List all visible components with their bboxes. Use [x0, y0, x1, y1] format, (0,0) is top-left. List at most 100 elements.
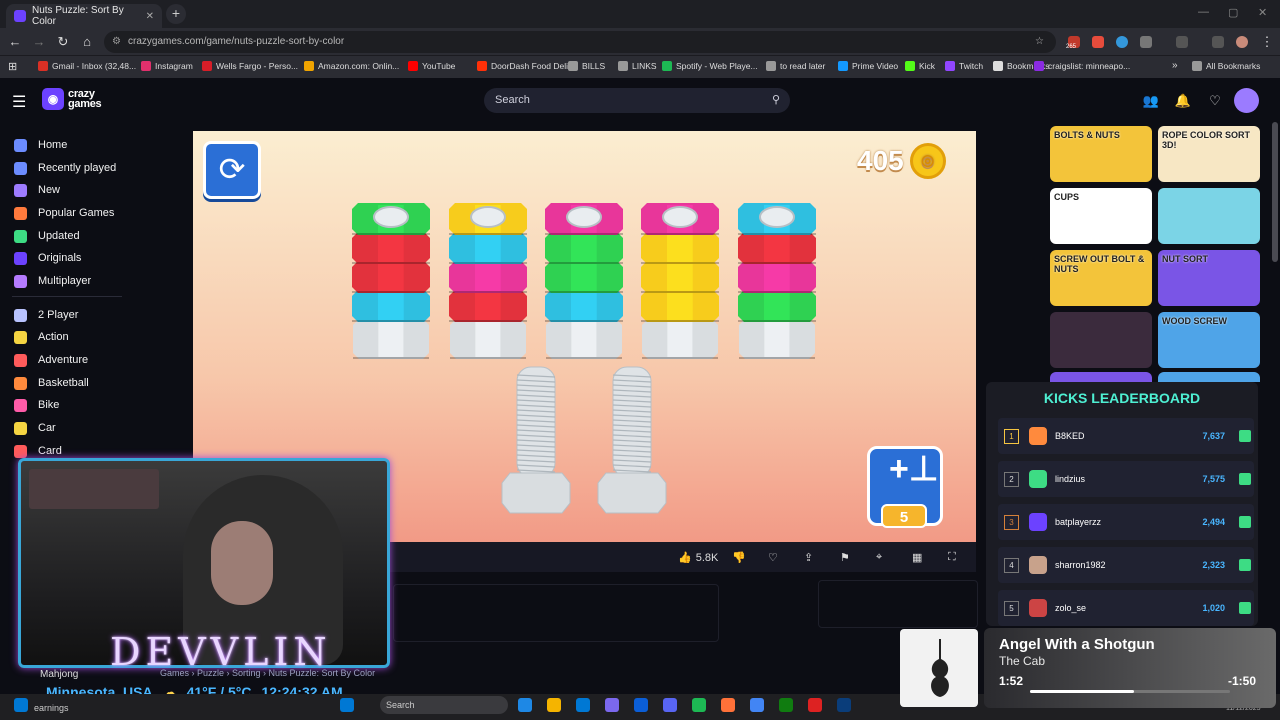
- taskbar-app-icon[interactable]: [518, 698, 532, 712]
- more-bookmarks-icon[interactable]: »: [1172, 60, 1178, 71]
- nut-3[interactable]: [449, 261, 527, 293]
- profile-avatar[interactable]: [1236, 36, 1248, 48]
- nut-2[interactable]: [641, 232, 719, 264]
- bookmark-star-icon[interactable]: ☆: [1035, 31, 1044, 53]
- maximize-icon[interactable]: ▢: [1228, 6, 1238, 19]
- user-avatar[interactable]: [1234, 88, 1259, 113]
- page-scrollbar[interactable]: [1272, 122, 1278, 262]
- puzzle-extensions-icon[interactable]: [1140, 36, 1152, 48]
- extension-icon[interactable]: [1116, 36, 1128, 48]
- taskbar-app-icon[interactable]: [779, 698, 793, 712]
- bookmark-item[interactable]: BILLS: [568, 61, 605, 71]
- track-progress-bar[interactable]: [1030, 690, 1230, 693]
- sidebar-item-mahjong[interactable]: Mahjong: [40, 669, 78, 680]
- taskbar-app-icon[interactable]: [547, 698, 561, 712]
- bookmark-item[interactable]: Spotify - Web Playe...: [662, 61, 758, 71]
- sidebar-item-home[interactable]: Home: [14, 136, 67, 154]
- bolt-base[interactable]: [353, 319, 429, 359]
- crosshair-icon[interactable]: ⌖: [876, 551, 882, 564]
- taskbar-widget-label[interactable]: earnings: [34, 703, 69, 713]
- nut-3[interactable]: [641, 261, 719, 293]
- crazygames-logo[interactable]: ◉ crazy games: [42, 88, 102, 110]
- sidepanel-icon[interactable]: [1176, 36, 1188, 48]
- like-button[interactable]: 👍 5.8K: [678, 551, 718, 565]
- home-icon[interactable]: ⌂: [78, 33, 96, 51]
- game-thumbnail[interactable]: [1158, 188, 1260, 244]
- site-info-icon[interactable]: ⚙: [112, 31, 121, 53]
- bookmark-item[interactable]: Amazon.com: Onlin...: [304, 61, 399, 71]
- downloads-icon[interactable]: [1212, 36, 1224, 48]
- sidebar-item-popular-games[interactable]: Popular Games: [14, 204, 114, 222]
- nut-4[interactable]: [352, 290, 430, 322]
- bolt-base[interactable]: [450, 319, 526, 359]
- windows-start-icon[interactable]: [340, 698, 354, 712]
- sidebar-item-multiplayer[interactable]: Multiplayer: [14, 272, 91, 290]
- sidebar-item-2-player[interactable]: 2 Player: [14, 306, 78, 324]
- search-icon[interactable]: ⚲: [772, 88, 780, 113]
- taskbar-app-icon[interactable]: [634, 698, 648, 712]
- bookmark-item[interactable]: DoorDash Food Deli...: [477, 61, 575, 71]
- extension-icon[interactable]: [1092, 36, 1104, 48]
- bookmark-item[interactable]: Prime Video: [838, 61, 898, 71]
- sidebar-item-action[interactable]: Action: [14, 328, 69, 346]
- bookmark-item[interactable]: LINKS: [618, 61, 657, 71]
- nut-2[interactable]: [449, 232, 527, 264]
- favorite-heart-icon[interactable]: ♡: [768, 551, 778, 564]
- empty-bolt[interactable]: [501, 366, 571, 514]
- back-icon[interactable]: ←: [6, 33, 24, 51]
- bookmark-item[interactable]: YouTube: [408, 61, 455, 71]
- theater-mode-icon[interactable]: ▦: [912, 551, 922, 564]
- nut-4[interactable]: [449, 290, 527, 322]
- browser-tab[interactable]: Nuts Puzzle: Sort By Color ✕: [6, 4, 162, 28]
- all-bookmarks-folder[interactable]: All Bookmarks: [1192, 61, 1260, 71]
- minimize-icon[interactable]: —: [1198, 6, 1209, 18]
- leaderboard-row[interactable]: 2 lindzius 7,575: [998, 461, 1254, 497]
- close-window-icon[interactable]: ✕: [1258, 6, 1267, 19]
- site-search-input[interactable]: Search ⚲: [484, 88, 790, 113]
- sidebar-item-updated[interactable]: Updated: [14, 227, 80, 245]
- game-thumbnail[interactable]: NUT SORT: [1158, 250, 1260, 306]
- game-thumbnail[interactable]: [1050, 372, 1152, 382]
- share-icon[interactable]: ⇪: [804, 551, 813, 564]
- game-thumbnail[interactable]: CUPS: [1050, 188, 1152, 244]
- close-tab-icon[interactable]: ✕: [146, 11, 154, 22]
- taskbar-app-icon[interactable]: [837, 698, 851, 712]
- bookmark-item[interactable]: Twitch: [945, 61, 983, 71]
- favorites-heart-icon[interactable]: ♡: [1205, 91, 1225, 111]
- taskbar-app-icon[interactable]: [721, 698, 735, 712]
- leaderboard-row[interactable]: 3 batplayerzz 2,494: [998, 504, 1254, 540]
- fullscreen-icon[interactable]: ⛶: [948, 551, 956, 564]
- hamburger-menu-icon[interactable]: ☰: [12, 92, 26, 112]
- dislike-icon[interactable]: 👎: [732, 551, 746, 564]
- address-bar[interactable]: ⚙ crazygames.com/game/nuts-puzzle-sort-b…: [104, 31, 1056, 53]
- sidebar-item-originals[interactable]: Originals: [14, 249, 81, 267]
- nut-4[interactable]: [545, 290, 623, 322]
- friends-icon[interactable]: 👥: [1141, 91, 1161, 111]
- game-thumbnail[interactable]: SCREW OUT BOLT & NUTS: [1050, 250, 1152, 306]
- taskbar-app-icon[interactable]: [808, 698, 822, 712]
- game-thumbnail[interactable]: [1050, 312, 1152, 368]
- nut-4[interactable]: [641, 290, 719, 322]
- leaderboard-row[interactable]: 4 sharron1982 2,323: [998, 547, 1254, 583]
- bolt-base[interactable]: [739, 319, 815, 359]
- sidebar-item-recently-played[interactable]: Recently played: [14, 159, 116, 177]
- reload-icon[interactable]: ↻: [54, 33, 72, 51]
- forward-icon[interactable]: →: [30, 33, 48, 51]
- taskbar-app-icon[interactable]: [692, 698, 706, 712]
- game-thumbnail[interactable]: ROPE COLOR SORT 3D!: [1158, 126, 1260, 182]
- bookmark-item[interactable]: Instagram: [141, 61, 193, 71]
- taskbar-app-icon[interactable]: [576, 698, 590, 712]
- nut-2[interactable]: [738, 232, 816, 264]
- sidebar-item-car[interactable]: Car: [14, 419, 56, 437]
- sidebar-item-basketball[interactable]: Basketball: [14, 374, 89, 392]
- game-thumbnail[interactable]: [1158, 372, 1260, 382]
- nut-2[interactable]: [352, 232, 430, 264]
- bookmark-item[interactable]: Gmail - Inbox (32,48...: [38, 61, 136, 71]
- nut-3[interactable]: [738, 261, 816, 293]
- nut-4[interactable]: [738, 290, 816, 322]
- game-breadcrumb[interactable]: Games › Puzzle › Sorting › Nuts Puzzle: …: [160, 668, 375, 678]
- new-tab-button[interactable]: +: [166, 4, 186, 24]
- nut-3[interactable]: [545, 261, 623, 293]
- sidebar-item-bike[interactable]: Bike: [14, 396, 59, 414]
- notifications-bell-icon[interactable]: 🔔: [1173, 91, 1193, 111]
